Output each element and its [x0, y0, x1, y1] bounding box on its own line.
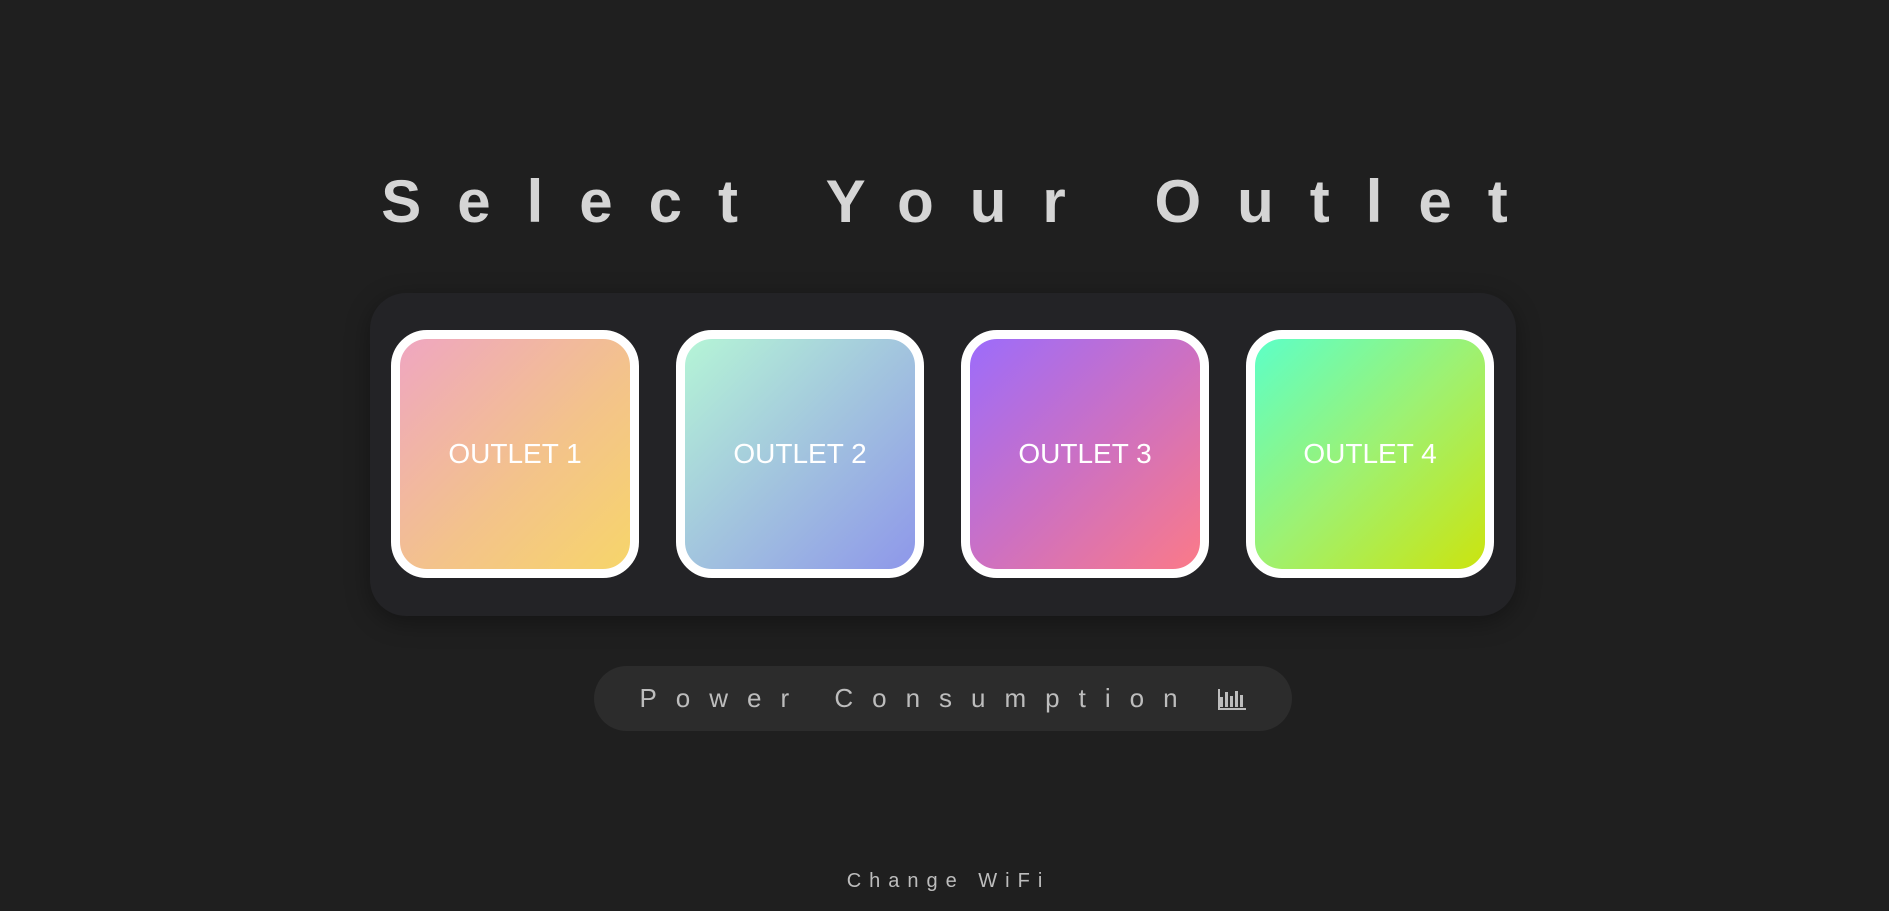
- outlet-panel: OUTLET 1 OUTLET 2 OUTLET 3 OUTLET 4: [370, 293, 1516, 616]
- outlet-3-label: OUTLET 3: [1018, 438, 1152, 469]
- outlet-4-label: OUTLET 4: [1303, 438, 1437, 469]
- outlet-1-label: OUTLET 1: [448, 438, 582, 469]
- outlet-4-button[interactable]: OUTLET 4: [1246, 330, 1494, 578]
- power-consumption-label: Power Consumption: [639, 683, 1197, 713]
- outlet-2-label: OUTLET 2: [733, 438, 867, 469]
- page: Select Your Outlet OUTLET 1 OUTLET 2 OUT…: [0, 0, 1889, 911]
- change-wifi-link[interactable]: Change WiFi: [0, 870, 1889, 893]
- outlet-3-button[interactable]: OUTLET 3: [961, 330, 1209, 578]
- page-title: Select Your Outlet: [381, 168, 1544, 235]
- bar-chart-icon: [1217, 687, 1247, 711]
- power-consumption-button[interactable]: Power Consumption: [594, 666, 1292, 731]
- outlet-2-button[interactable]: OUTLET 2: [676, 330, 924, 578]
- outlet-1-button[interactable]: OUTLET 1: [391, 330, 639, 578]
